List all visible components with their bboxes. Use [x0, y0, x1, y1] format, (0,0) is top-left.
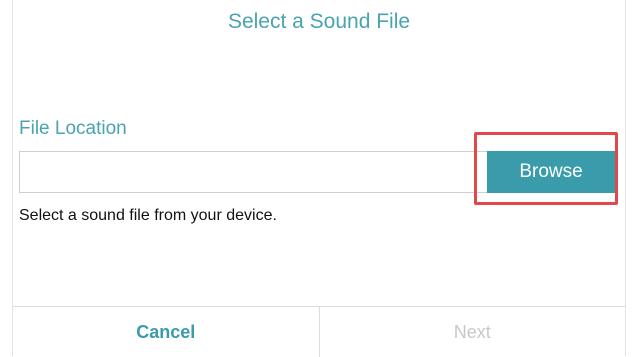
file-path-input[interactable] [19, 151, 489, 193]
file-location-label: File Location [19, 118, 127, 139]
select-sound-file-dialog: Select a Sound File File Location Browse… [12, 0, 626, 357]
hint-text: Select a sound file from your device. [19, 207, 277, 224]
next-button[interactable]: Next [320, 307, 626, 357]
browse-button[interactable]: Browse [487, 151, 615, 193]
dialog-title: Select a Sound File [227, 10, 411, 33]
cancel-button[interactable]: Cancel [13, 307, 320, 357]
dialog-footer: Cancel Next [13, 306, 625, 357]
